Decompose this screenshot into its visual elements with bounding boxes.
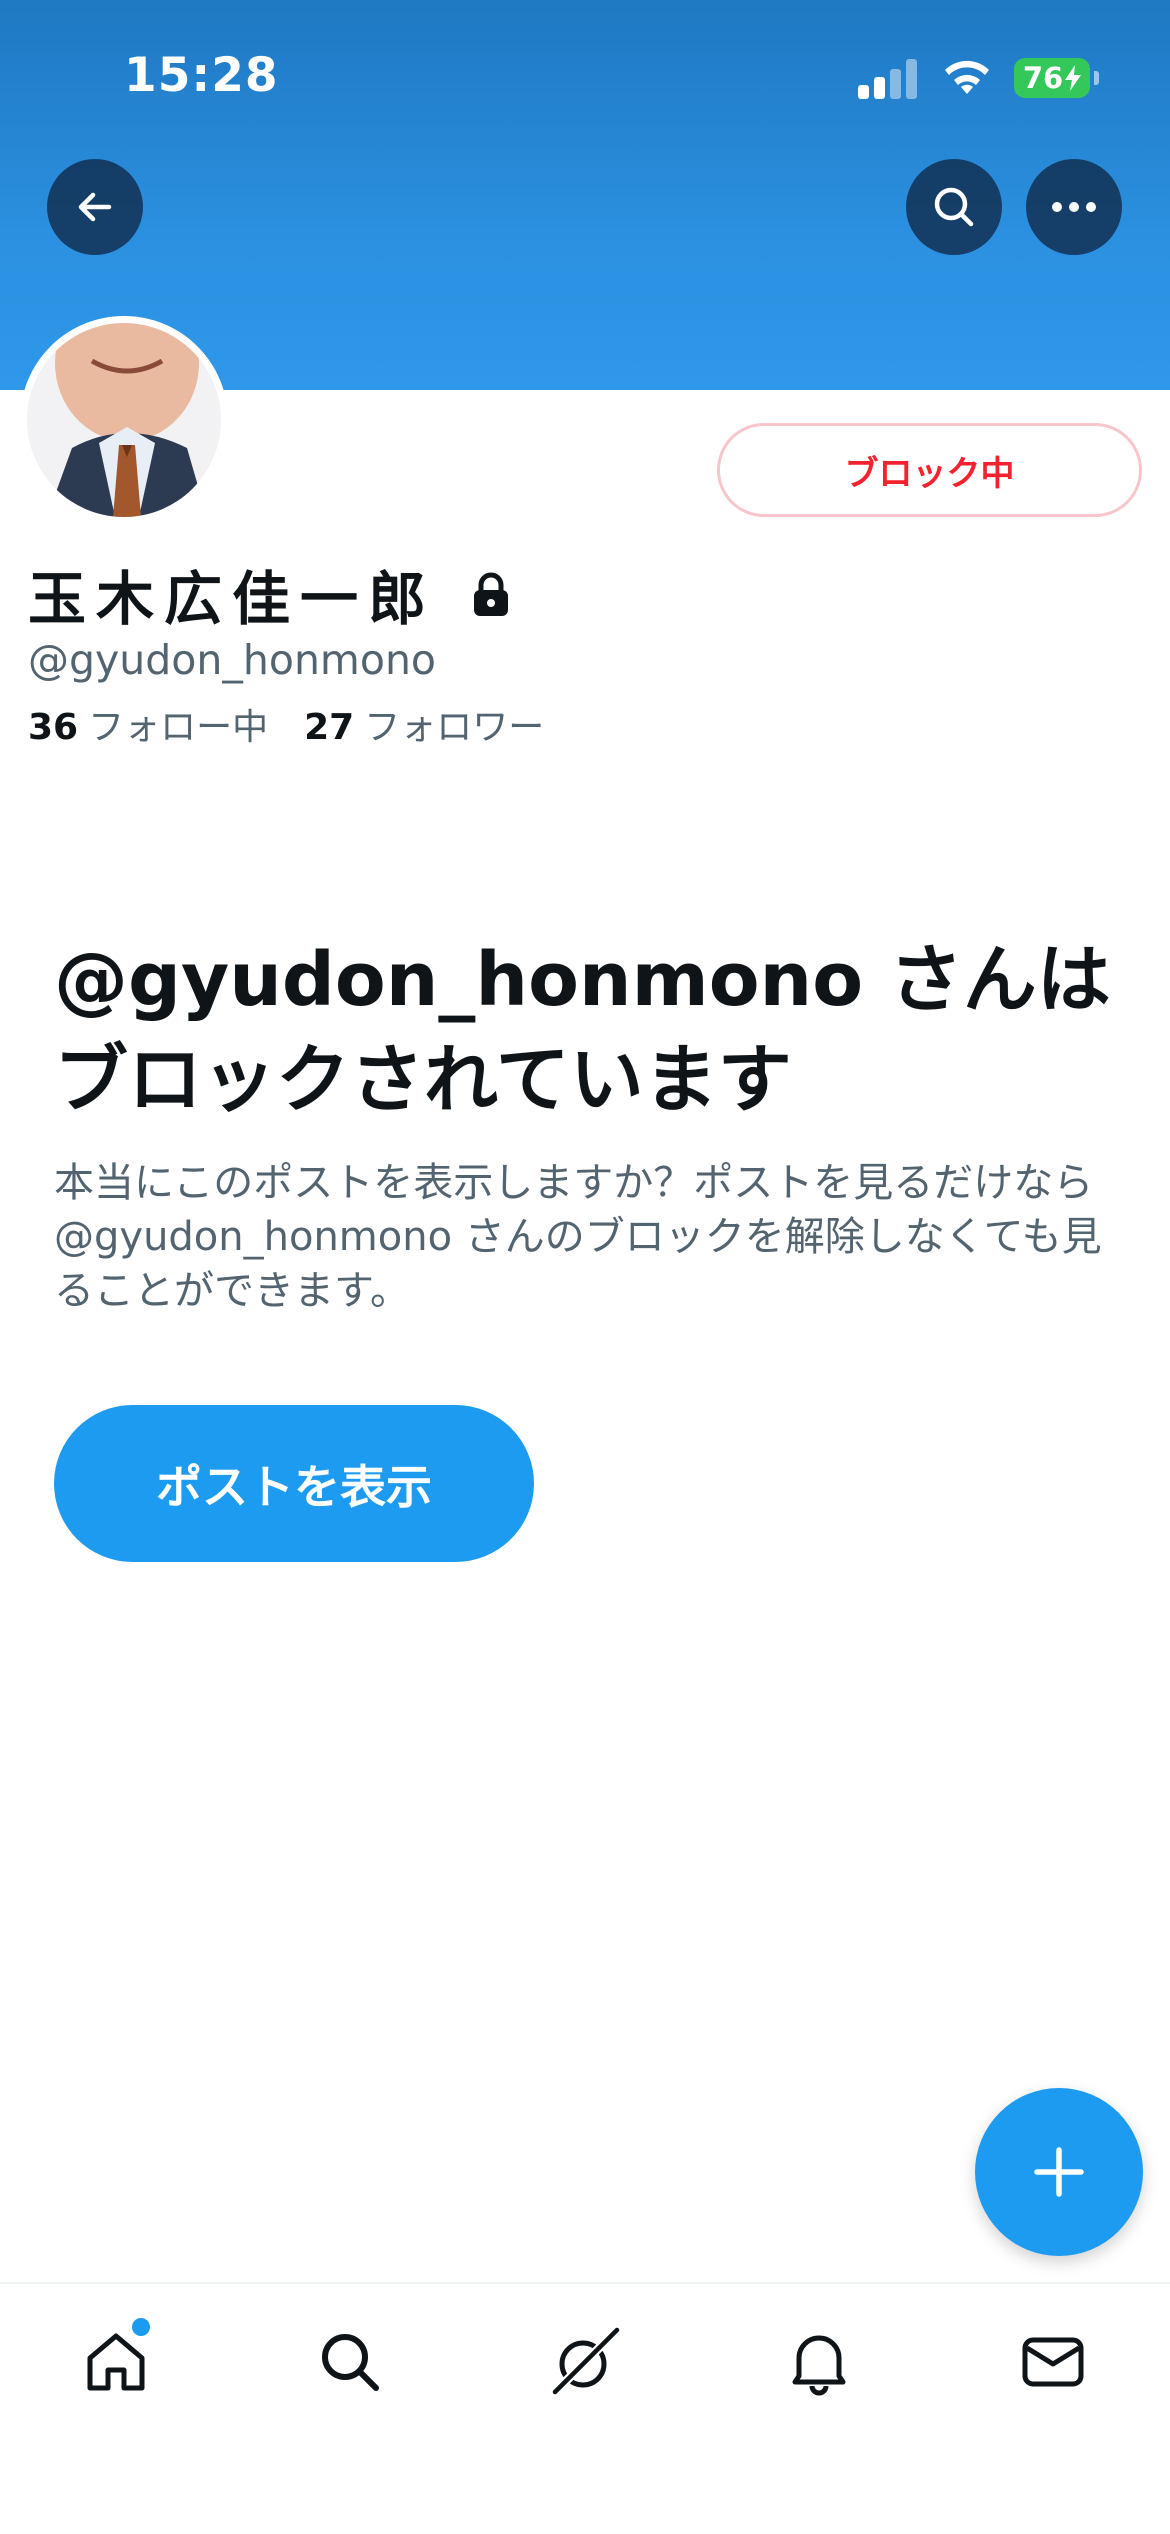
status-time: 15:28 — [124, 48, 279, 103]
profile-handle: @gyudon_honmono — [28, 636, 437, 684]
battery-level: 76 — [1022, 61, 1064, 95]
display-name: 玉木広佳一郎 — [28, 565, 437, 633]
blocked-button[interactable]: ブロック中 — [717, 423, 1142, 517]
tab-search[interactable] — [310, 2322, 390, 2402]
blocked-notice-description: 本当にこのポストを表示しますか？ポストを見るだけなら @gyudon_honmo… — [54, 1160, 1102, 1314]
grok-icon — [551, 2326, 621, 2396]
tab-grok[interactable] — [545, 2322, 625, 2402]
home-notification-dot — [132, 2318, 150, 2336]
followers-label: フォロワー — [364, 707, 545, 748]
blocked-button-label: ブロック中 — [844, 453, 1015, 494]
cellular-signal-icon — [858, 57, 920, 99]
more-button[interactable] — [1026, 159, 1122, 255]
charging-bolt-icon — [1065, 65, 1082, 91]
lock-icon — [474, 572, 509, 616]
followers-count: 27 — [304, 707, 355, 748]
bottom-tab-bar — [0, 2282, 1170, 2534]
following-stat[interactable]: 36 フォロー中 — [28, 698, 268, 750]
search-icon — [322, 2334, 379, 2391]
following-count: 36 — [28, 707, 79, 748]
plus-icon — [1034, 2147, 1084, 2197]
avatar[interactable] — [20, 316, 228, 524]
wifi-icon — [945, 60, 989, 94]
arrow-left-icon — [78, 192, 112, 222]
tab-messages[interactable] — [1013, 2322, 1093, 2402]
back-button[interactable] — [47, 159, 143, 255]
view-posts-button[interactable]: ポストを表示 — [54, 1405, 534, 1562]
blocked-notice-title: @gyudon_honmono さんはブロックされています — [54, 937, 1111, 1123]
avatar-photo — [27, 323, 221, 517]
following-label: フォロー中 — [88, 707, 269, 748]
follow-stats: 36 フォロー中 27 フォロワー — [28, 698, 544, 750]
view-posts-button-label: ポストを表示 — [156, 1459, 432, 1514]
search-button[interactable] — [906, 159, 1002, 255]
profile-name-row: 玉木広佳一郎 — [28, 552, 512, 636]
mail-icon — [1022, 2337, 1084, 2387]
more-horizontal-icon — [1052, 202, 1096, 212]
search-icon — [934, 187, 974, 227]
followers-stat[interactable]: 27 フォロワー — [304, 698, 544, 750]
home-icon — [87, 2333, 145, 2391]
battery-icon: 76 — [1014, 58, 1099, 98]
tab-home[interactable] — [76, 2318, 156, 2402]
compose-post-button[interactable] — [975, 2088, 1143, 2256]
tab-notifications[interactable] — [779, 2322, 859, 2402]
bell-icon — [792, 2335, 846, 2396]
status-icons: 76 — [858, 56, 1099, 100]
